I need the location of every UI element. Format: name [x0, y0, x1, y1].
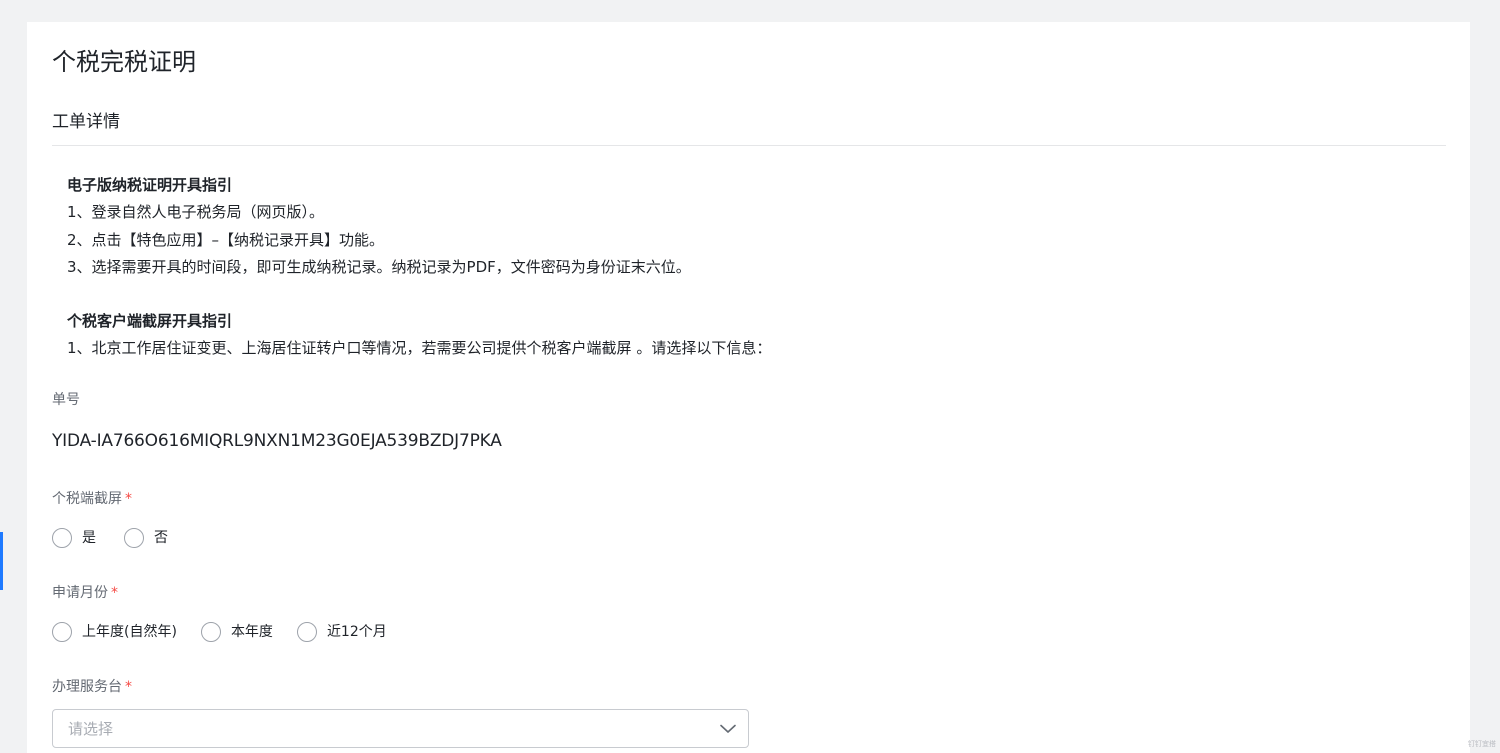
radio-option-last-12-months[interactable]: 近12个月 — [296, 622, 387, 642]
guide-spacer — [67, 281, 1367, 308]
screenshot-radio-group: 是 否 — [52, 528, 182, 548]
guide-text: 电子版纳税证明开具指引 1、登录自然人电子税务局（网页版）。 2、点击【特色应用… — [67, 172, 1367, 363]
required-mark: * — [125, 491, 132, 507]
order-no-value: YIDA-IA766O616MIQRL9NXN1M23G0EJA539BZDJ7… — [52, 431, 502, 451]
left-accent-bar — [0, 532, 3, 590]
apply-month-radio-group: 上年度(自然年) 本年度 近12个月 — [52, 622, 401, 642]
radio-circle[interactable] — [124, 528, 144, 548]
divider — [52, 145, 1446, 146]
form-card: 个税完税证明 工单详情 电子版纳税证明开具指引 1、登录自然人电子税务局（网页版… — [27, 22, 1470, 753]
radio-label: 上年度(自然年) — [82, 624, 177, 640]
radio-option-last-year[interactable]: 上年度(自然年) — [52, 622, 177, 642]
radio-option-yes[interactable]: 是 — [52, 528, 96, 548]
radio-option-this-year[interactable]: 本年度 — [200, 622, 273, 642]
service-desk-label-text: 办理服务台 — [52, 679, 122, 695]
radio-label: 是 — [82, 530, 96, 546]
select-placeholder: 请选择 — [68, 720, 114, 738]
guide-step: 2、点击【特色应用】–【纳税记录开具】功能。 — [67, 230, 385, 249]
service-desk-select[interactable]: 请选择 — [52, 709, 749, 748]
chevron-down-icon[interactable] — [708, 710, 748, 747]
screenshot-label: 个税端截屏 * — [52, 489, 132, 509]
radio-label: 本年度 — [230, 624, 273, 640]
apply-month-label: 申请月份 * — [52, 583, 118, 603]
required-mark: * — [111, 585, 118, 601]
apply-month-label-text: 申请月份 — [52, 585, 108, 601]
section-title: 工单详情 — [52, 112, 120, 132]
radio-label: 否 — [154, 530, 168, 546]
radio-label: 近12个月 — [326, 624, 387, 640]
radio-circle[interactable] — [200, 622, 221, 642]
guide-step: 1、登录自然人电子税务局（网页版）。 — [67, 203, 325, 222]
required-mark: * — [125, 679, 132, 695]
guide-step: 3、选择需要开具的时间段，即可生成纳税记录。纳税记录为PDF，文件密码为身份证末… — [67, 257, 691, 276]
screenshot-label-text: 个税端截屏 — [52, 491, 122, 507]
watermark-text: 钉钉宜搭 — [1468, 740, 1496, 748]
guide-heading-electronic: 电子版纳税证明开具指引 — [67, 176, 233, 194]
order-no-label: 单号 — [52, 390, 80, 410]
guide-step: 1、北京工作居住证变更、上海居住证转户口等情况，若需要公司提供个税客户端截屏 。… — [67, 339, 772, 358]
radio-circle[interactable] — [296, 622, 317, 642]
radio-circle[interactable] — [52, 528, 72, 548]
radio-circle[interactable] — [52, 622, 72, 642]
service-desk-label: 办理服务台 * — [52, 677, 132, 697]
radio-option-no[interactable]: 否 — [124, 528, 168, 548]
order-no-label-text: 单号 — [52, 392, 80, 408]
page-title: 个税完税证明 — [52, 48, 196, 76]
guide-heading-screenshot: 个税客户端截屏开具指引 — [67, 312, 233, 331]
